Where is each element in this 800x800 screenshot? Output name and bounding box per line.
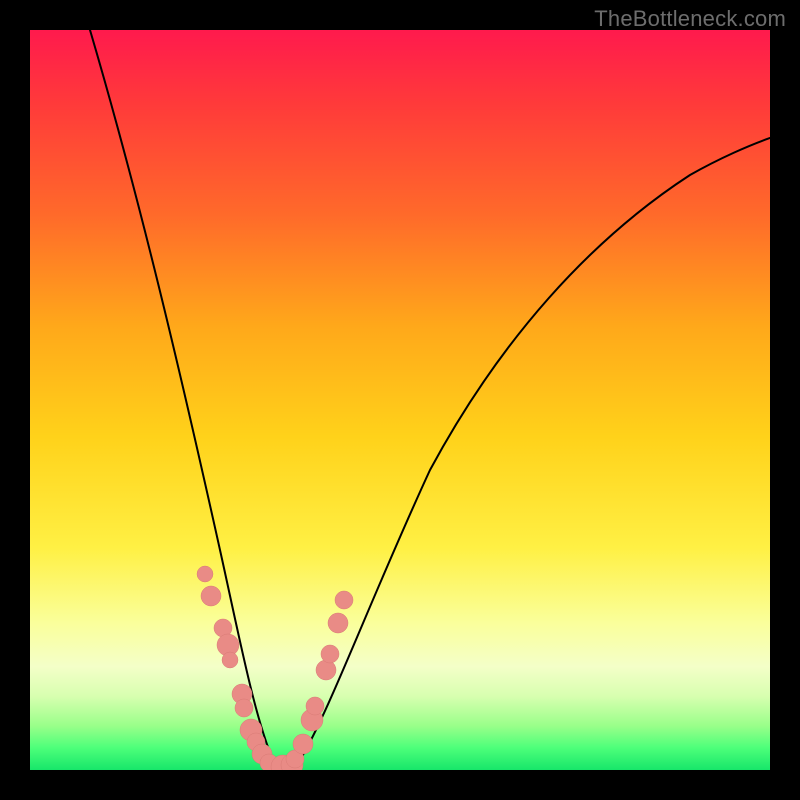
watermark-text: TheBottleneck.com bbox=[594, 6, 786, 32]
dot bbox=[293, 734, 313, 754]
dot bbox=[316, 660, 336, 680]
sample-dots bbox=[197, 566, 353, 770]
plot-area bbox=[30, 30, 770, 770]
bottleneck-curve bbox=[90, 30, 770, 770]
curve-layer bbox=[30, 30, 770, 770]
dot bbox=[328, 613, 348, 633]
dot bbox=[222, 652, 238, 668]
dot bbox=[335, 591, 353, 609]
dot bbox=[197, 566, 213, 582]
dot bbox=[321, 645, 339, 663]
dot bbox=[306, 697, 324, 715]
dot bbox=[201, 586, 221, 606]
chart-frame: TheBottleneck.com bbox=[0, 0, 800, 800]
dot bbox=[235, 699, 253, 717]
